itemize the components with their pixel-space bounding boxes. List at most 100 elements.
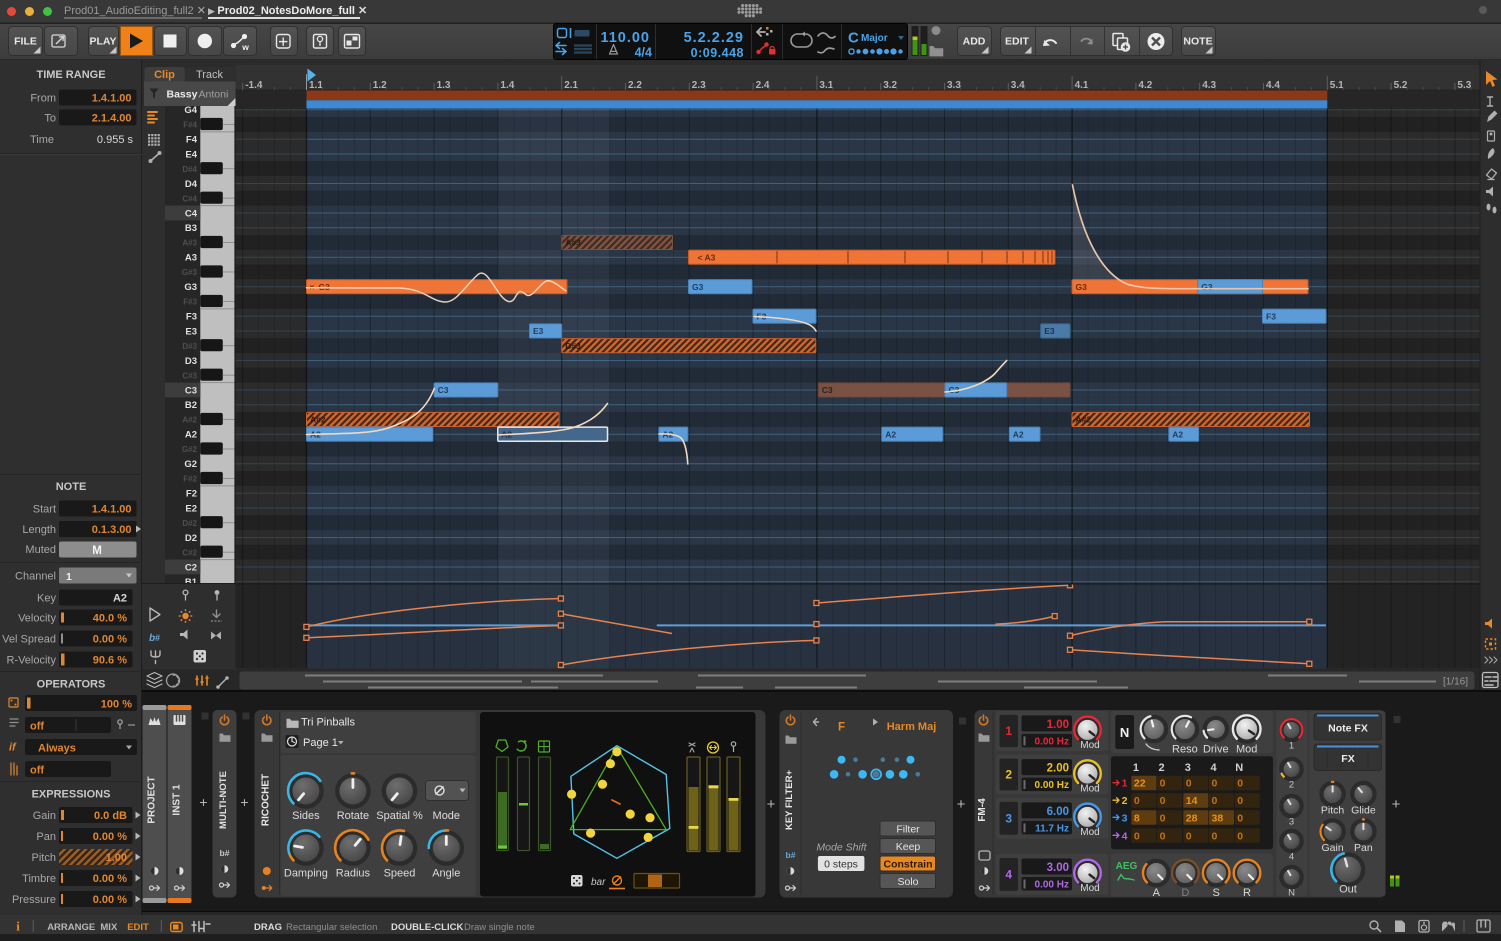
svg-text:bar: bar — [591, 877, 606, 888]
svg-text:KEY FILTER+: KEY FILTER+ — [784, 770, 795, 831]
svg-text:F2: F2 — [186, 489, 197, 500]
svg-text:i: i — [16, 919, 20, 934]
svg-text:C#4: C#4 — [182, 194, 197, 203]
svg-text:G3: G3 — [1076, 282, 1088, 292]
svg-text:Mod: Mod — [1080, 827, 1099, 838]
svg-text:4: 4 — [1289, 852, 1294, 863]
svg-text:D3: D3 — [185, 356, 197, 367]
svg-text:Always: Always — [38, 743, 76, 755]
svg-text:F3: F3 — [1266, 311, 1276, 321]
svg-text:2.3: 2.3 — [692, 80, 706, 91]
svg-text:A: A — [1153, 887, 1161, 899]
svg-text:F#3: F#3 — [183, 298, 197, 307]
svg-text:Spatial %: Spatial % — [376, 810, 423, 822]
svg-text:4: 4 — [1210, 762, 1217, 774]
svg-text:1: 1 — [1133, 762, 1139, 774]
svg-text:F3: F3 — [186, 312, 197, 323]
svg-text:Mode: Mode — [433, 810, 461, 822]
svg-text:+: + — [240, 794, 248, 810]
svg-text:b#: b# — [220, 848, 230, 858]
svg-text:OPERATORS: OPERATORS — [37, 679, 106, 691]
svg-text:4: 4 — [1005, 867, 1012, 881]
svg-text:+: + — [199, 794, 207, 810]
svg-text:ADD: ADD — [963, 36, 986, 48]
svg-text:0: 0 — [1160, 795, 1166, 807]
svg-text:1.4.1.00: 1.4.1.00 — [92, 93, 132, 105]
svg-text:FM-4: FM-4 — [977, 798, 988, 822]
svg-text:2: 2 — [1289, 780, 1294, 791]
svg-text:DRAG: DRAG — [254, 922, 282, 933]
svg-text:Bassy: Bassy — [167, 89, 198, 101]
svg-text:0: 0 — [1160, 812, 1166, 824]
svg-text:Timbre: Timbre — [22, 873, 56, 885]
svg-text:1.4.1.00: 1.4.1.00 — [92, 504, 132, 516]
svg-text:Pitch: Pitch — [1321, 805, 1345, 817]
svg-text:Note FX: Note FX — [1328, 723, 1368, 735]
svg-text:G3: G3 — [319, 282, 331, 292]
svg-text:b#: b# — [786, 850, 796, 860]
svg-text:A#2: A#2 — [182, 416, 197, 425]
svg-text:90.6 %: 90.6 % — [93, 655, 127, 667]
svg-text:D2: D2 — [185, 533, 197, 544]
svg-text:D4: D4 — [185, 179, 198, 190]
svg-text:1.00: 1.00 — [106, 852, 127, 864]
svg-text:0: 0 — [1212, 830, 1218, 842]
svg-text:DOUBLE-CLICK: DOUBLE-CLICK — [391, 922, 463, 933]
svg-text:Reso: Reso — [1172, 744, 1198, 756]
svg-text:A2: A2 — [185, 430, 197, 441]
svg-text:A#2: A#2 — [1076, 415, 1092, 425]
svg-text:Harm Maj: Harm Maj — [887, 721, 937, 733]
svg-text:-1.4: -1.4 — [245, 80, 263, 91]
svg-text:8: 8 — [1134, 812, 1140, 824]
svg-text:TIME RANGE: TIME RANGE — [36, 69, 105, 81]
svg-text:A#2: A#2 — [310, 415, 326, 425]
svg-text:To: To — [44, 112, 56, 124]
svg-text:0: 0 — [1186, 830, 1192, 842]
svg-text:3: 3 — [1289, 817, 1294, 828]
svg-text:G3: G3 — [184, 282, 197, 293]
svg-text:Muted: Muted — [25, 544, 56, 556]
svg-text:Key: Key — [37, 593, 56, 605]
svg-text:0.00 Hz: 0.00 Hz — [1035, 780, 1069, 791]
svg-text:Track: Track — [196, 69, 224, 81]
svg-text:#: # — [155, 633, 160, 643]
svg-text:Clip: Clip — [154, 69, 175, 81]
svg-text:Mod: Mod — [1080, 883, 1099, 894]
svg-text:NOTE: NOTE — [1183, 36, 1212, 48]
svg-text:Out: Out — [1339, 884, 1357, 896]
svg-text:C#2: C#2 — [182, 548, 197, 557]
svg-text:INST 1: INST 1 — [172, 784, 183, 816]
svg-text:0: 0 — [1160, 830, 1166, 842]
svg-text:Constrain: Constrain — [883, 859, 932, 871]
svg-text:Tri Pinballs: Tri Pinballs — [301, 717, 355, 729]
svg-text:A#3: A#3 — [565, 238, 581, 248]
svg-text:2.00: 2.00 — [1047, 763, 1069, 775]
svg-text:0: 0 — [1212, 778, 1218, 790]
svg-text:3.3: 3.3 — [947, 80, 961, 91]
svg-text:FX: FX — [1341, 753, 1354, 765]
svg-text:E3: E3 — [533, 326, 544, 336]
svg-text:Pressure: Pressure — [12, 894, 56, 906]
svg-text:Start: Start — [33, 504, 56, 516]
svg-text:PROJECT: PROJECT — [147, 776, 158, 823]
svg-text:0: 0 — [1212, 795, 1218, 807]
svg-text:4.2: 4.2 — [1138, 80, 1152, 91]
svg-text:40.0 %: 40.0 % — [93, 613, 127, 625]
svg-text:EDIT: EDIT — [127, 922, 149, 933]
svg-text:1.1: 1.1 — [309, 80, 323, 91]
svg-text:D#4: D#4 — [182, 165, 197, 174]
svg-text:Radius: Radius — [336, 868, 371, 880]
svg-text:Filter: Filter — [896, 824, 920, 836]
svg-text:2.1.4.00: 2.1.4.00 — [92, 112, 132, 124]
svg-text:Solo: Solo — [897, 876, 918, 888]
svg-text:C2: C2 — [185, 562, 197, 573]
svg-text:0: 0 — [1134, 830, 1140, 842]
svg-text:EXPRESSIONS: EXPRESSIONS — [32, 789, 111, 801]
svg-text:off: off — [30, 765, 44, 777]
svg-text:D#3: D#3 — [182, 342, 197, 351]
svg-text:5.1: 5.1 — [1330, 80, 1344, 91]
svg-text:+: + — [767, 796, 776, 813]
svg-text:+: + — [1392, 796, 1401, 813]
svg-text:F#4: F#4 — [183, 121, 197, 130]
svg-text:< A3: < A3 — [698, 252, 716, 262]
